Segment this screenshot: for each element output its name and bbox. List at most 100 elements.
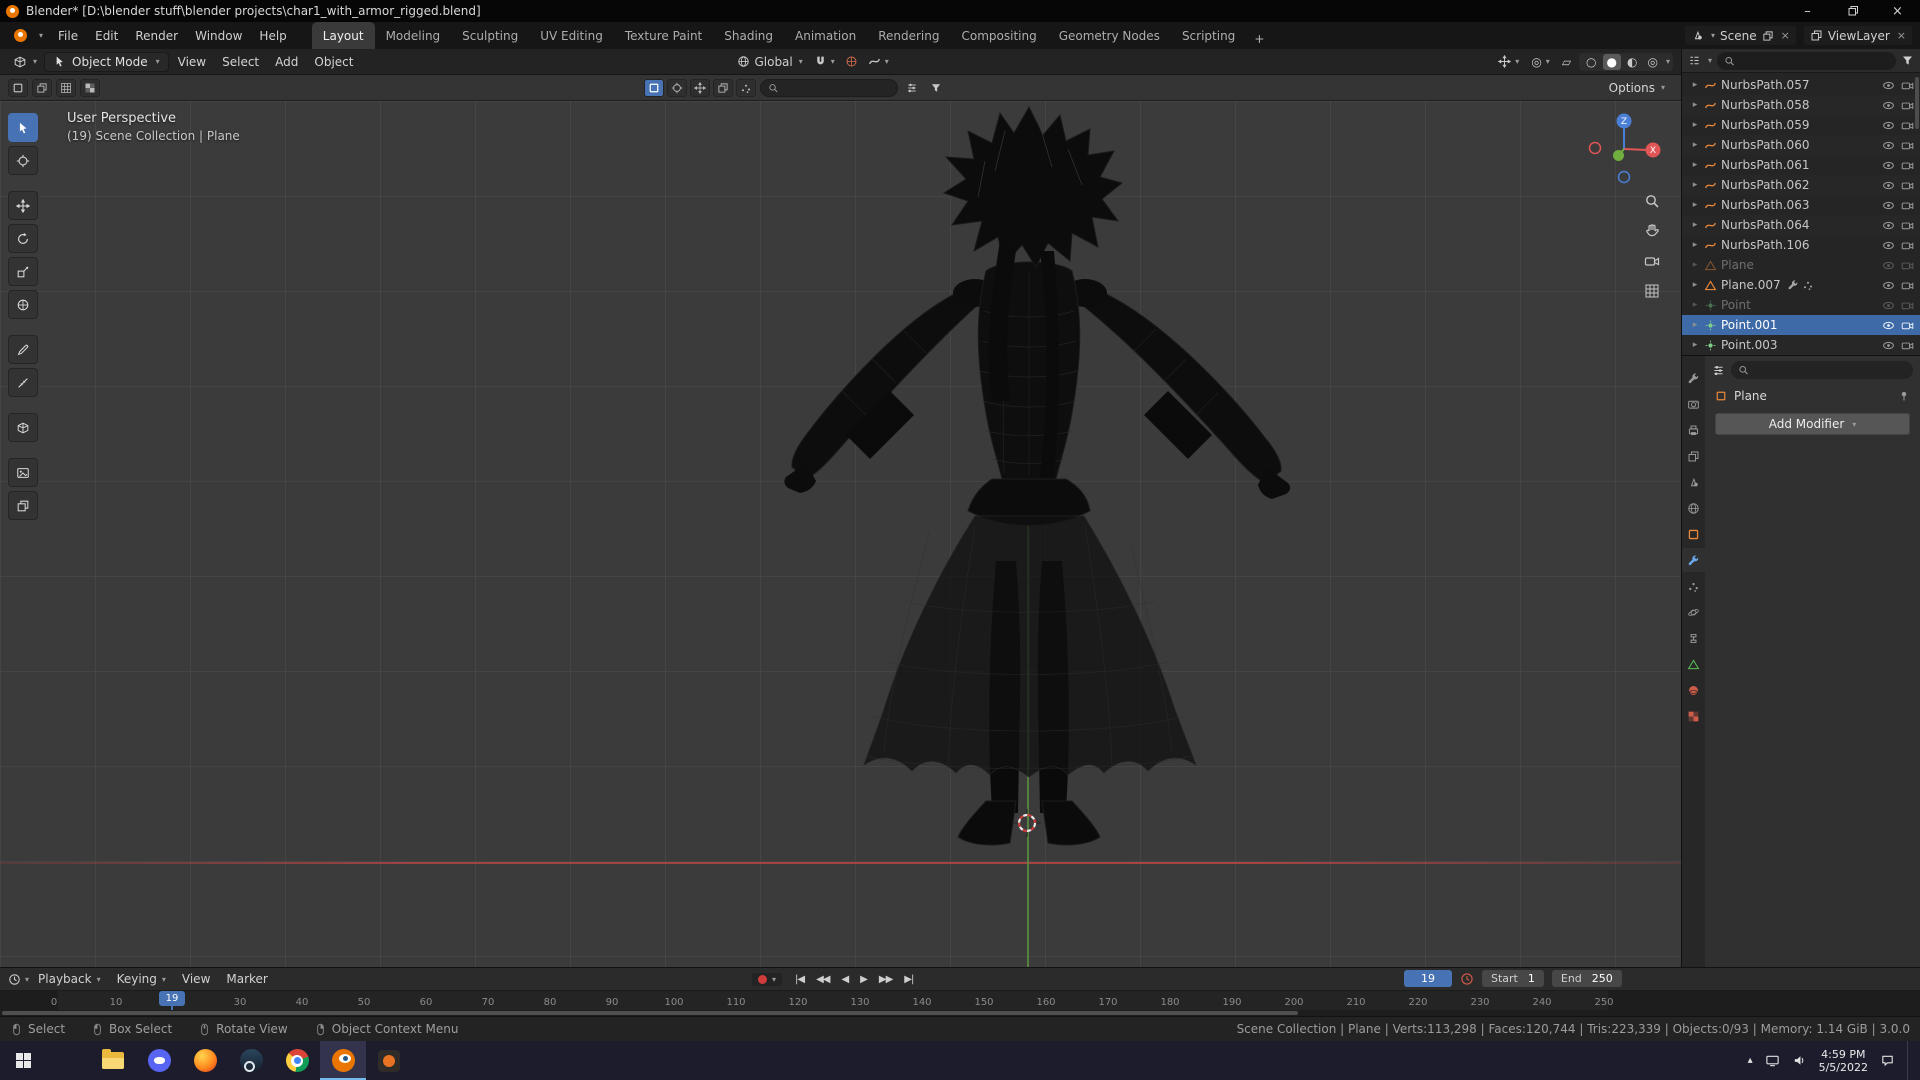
viewport-canvas[interactable]: User Perspective (19) Scene Collection |… bbox=[0, 101, 1681, 967]
workspace-tab-sculpting[interactable]: Sculpting bbox=[451, 22, 529, 49]
orange-app-icon[interactable] bbox=[366, 1041, 412, 1080]
disable-render-icon[interactable] bbox=[1901, 319, 1914, 332]
disclosure-icon[interactable]: ▸ bbox=[1690, 120, 1700, 130]
timeline-ruler[interactable]: 0 10 30 40 50 60 70 80 90 100 110 120 13… bbox=[0, 990, 1920, 1011]
editor-type-button[interactable]: ▾ bbox=[8, 53, 42, 71]
hide-eye-icon[interactable] bbox=[1882, 279, 1895, 292]
taskbar-clock[interactable]: 4:59 PM 5/5/2022 bbox=[1819, 1048, 1868, 1074]
add-workspace-button[interactable]: + bbox=[1246, 29, 1272, 49]
outliner-scrollbar[interactable] bbox=[1915, 77, 1919, 129]
disclosure-icon[interactable]: ▸ bbox=[1690, 340, 1700, 350]
hide-eye-icon[interactable] bbox=[1882, 319, 1895, 332]
jump-to-end-button[interactable]: ▶| bbox=[899, 973, 918, 986]
playhead[interactable]: 19 bbox=[159, 991, 185, 1011]
outliner-item[interactable]: ▸ NurbsPath.057 bbox=[1682, 75, 1920, 95]
properties-search-input[interactable] bbox=[1753, 363, 1906, 377]
disable-render-icon[interactable] bbox=[1901, 79, 1914, 92]
zoom-icon[interactable] bbox=[1644, 193, 1660, 209]
menu-edit[interactable]: Edit bbox=[87, 26, 126, 46]
properties-tab-tool[interactable] bbox=[1682, 366, 1705, 390]
file-explorer-icon[interactable] bbox=[90, 1041, 136, 1080]
timeline-editor-icon[interactable] bbox=[8, 973, 21, 986]
shading-material-button[interactable]: ◐ bbox=[1623, 54, 1641, 70]
action-center-icon[interactable] bbox=[1880, 1053, 1895, 1068]
volume-icon[interactable] bbox=[1792, 1053, 1807, 1068]
disclosure-icon[interactable]: ▸ bbox=[1690, 200, 1700, 210]
select-mode-extend-button[interactable] bbox=[32, 78, 52, 97]
hide-eye-icon[interactable] bbox=[1882, 79, 1895, 92]
outliner-item[interactable]: ▸ Point.003 bbox=[1682, 335, 1920, 355]
workspace-tab-animation[interactable]: Animation bbox=[784, 22, 867, 49]
outliner-item[interactable]: ▸ NurbsPath.061 bbox=[1682, 155, 1920, 175]
hide-eye-icon[interactable] bbox=[1882, 159, 1895, 172]
menu-help[interactable]: Help bbox=[251, 26, 294, 46]
workspace-tab-uv-editing[interactable]: UV Editing bbox=[529, 22, 614, 49]
disable-render-icon[interactable] bbox=[1901, 139, 1914, 152]
menu-playback[interactable]: Playback ▾ bbox=[31, 970, 108, 988]
tool-setting-button-4[interactable] bbox=[713, 78, 733, 97]
start-button[interactable] bbox=[0, 1041, 46, 1080]
workspace-tab-rendering[interactable]: Rendering bbox=[867, 22, 950, 49]
properties-tab-material[interactable] bbox=[1682, 678, 1705, 702]
show-desktop-strip[interactable] bbox=[1907, 1041, 1912, 1080]
filter-funnel-icon[interactable] bbox=[1901, 54, 1914, 67]
outliner-item[interactable]: ▸ NurbsPath.062 bbox=[1682, 175, 1920, 195]
tool-move[interactable] bbox=[8, 191, 38, 220]
properties-tab-data[interactable] bbox=[1682, 652, 1705, 676]
menu-keying[interactable]: Keying ▾ bbox=[110, 970, 173, 988]
discord-icon[interactable] bbox=[136, 1041, 182, 1080]
outliner-item[interactable]: ▸ Point bbox=[1682, 295, 1920, 315]
new-scene-icon[interactable] bbox=[1762, 30, 1774, 42]
properties-tab-modifiers[interactable] bbox=[1682, 548, 1705, 572]
properties-tab-scene[interactable] bbox=[1682, 470, 1705, 494]
disclosure-icon[interactable]: ▸ bbox=[1690, 260, 1700, 270]
mode-dropdown[interactable]: Object Mode ▾ bbox=[44, 51, 169, 72]
unlink-scene-icon[interactable]: × bbox=[1781, 29, 1790, 42]
disable-render-icon[interactable] bbox=[1901, 159, 1914, 172]
close-button[interactable]: × bbox=[1875, 0, 1920, 22]
menu-select[interactable]: Select bbox=[215, 53, 266, 71]
blender-taskbar-icon[interactable] bbox=[320, 1041, 366, 1080]
camera-view-icon[interactable] bbox=[1644, 253, 1660, 269]
outliner-search-input[interactable] bbox=[1739, 54, 1889, 67]
disclosure-icon[interactable]: ▸ bbox=[1690, 240, 1700, 250]
gizmo-minus-x-handle[interactable] bbox=[1588, 141, 1602, 155]
disable-render-icon[interactable] bbox=[1901, 239, 1914, 252]
tool-extra-2[interactable] bbox=[8, 491, 38, 520]
shading-solid-button[interactable]: ● bbox=[1602, 53, 1622, 70]
disable-render-icon[interactable] bbox=[1901, 299, 1914, 312]
select-mode-intersect-button[interactable] bbox=[80, 78, 100, 97]
tool-cursor[interactable] bbox=[8, 146, 38, 175]
disable-render-icon[interactable] bbox=[1901, 199, 1914, 212]
disable-render-icon[interactable] bbox=[1901, 259, 1914, 272]
tool-measure[interactable] bbox=[8, 368, 38, 397]
snap-toggle[interactable]: ▾ bbox=[810, 53, 839, 70]
shading-wireframe-button[interactable]: ○ bbox=[1582, 54, 1600, 70]
gizmo-minus-z-handle[interactable] bbox=[1617, 170, 1631, 184]
end-frame-field[interactable]: End 250 bbox=[1551, 970, 1622, 987]
pan-hand-icon[interactable] bbox=[1644, 223, 1660, 239]
disclosure-icon[interactable]: ▸ bbox=[1690, 220, 1700, 230]
workspace-tab-compositing[interactable]: Compositing bbox=[950, 22, 1047, 49]
disclosure-icon[interactable]: ▸ bbox=[1690, 80, 1700, 90]
outliner-item[interactable]: ▸ NurbsPath.059 bbox=[1682, 115, 1920, 135]
blender-app-menu[interactable]: ▾ bbox=[8, 22, 49, 49]
outliner-item[interactable]: ▸ NurbsPath.106 bbox=[1682, 235, 1920, 255]
properties-tab-render[interactable] bbox=[1682, 392, 1705, 416]
scene-selector[interactable]: ▾ Scene × bbox=[1685, 26, 1796, 45]
disclosure-icon[interactable]: ▸ bbox=[1690, 300, 1700, 310]
hide-eye-icon[interactable] bbox=[1882, 219, 1895, 232]
workspace-tab-scripting[interactable]: Scripting bbox=[1171, 22, 1246, 49]
auto-keyframe-button[interactable]: ▾ bbox=[752, 972, 783, 986]
outliner-search-field[interactable] bbox=[1717, 51, 1896, 70]
add-modifier-button[interactable]: Add Modifier ▾ bbox=[1715, 413, 1910, 435]
pin-icon[interactable] bbox=[1898, 390, 1910, 402]
properties-tab-texture[interactable] bbox=[1682, 704, 1705, 728]
properties-editor-icon[interactable] bbox=[1712, 364, 1725, 377]
menu-add[interactable]: Add bbox=[268, 53, 305, 71]
hide-eye-icon[interactable] bbox=[1882, 239, 1895, 252]
timeline-scrollbar-thumb[interactable] bbox=[2, 1011, 1298, 1015]
tool-setting-button-5[interactable] bbox=[736, 78, 756, 97]
properties-tab-viewlayer[interactable] bbox=[1682, 444, 1705, 468]
disclosure-icon[interactable]: ▸ bbox=[1690, 180, 1700, 190]
